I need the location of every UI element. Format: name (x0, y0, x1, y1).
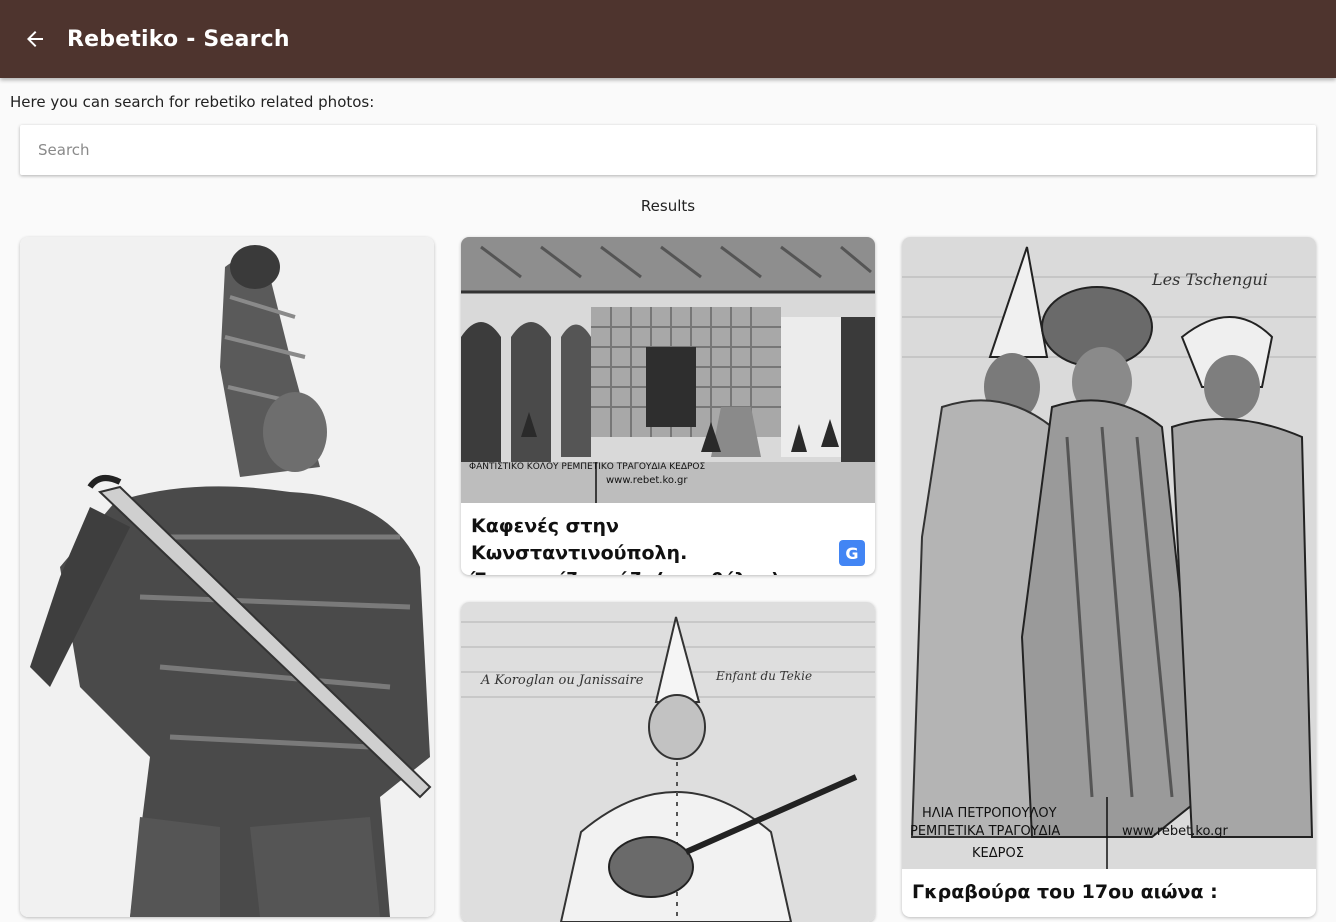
result-card[interactable]: ΦΑΝΤΙΣΤΙΚΟ ΚΟΛΟΥ ΡΕΜΠΕΤΙΚΟ ΤΡΑΓΟΥΔΙΑ ΚΕΔ… (461, 237, 875, 575)
caption-line: Γκραβούρα του 17ου αιώνα : (912, 881, 1218, 903)
result-card[interactable] (20, 237, 434, 917)
engraving-inscription: Les Tschengui (1151, 270, 1268, 289)
engraving-inscription: Enfant du Tekie (715, 669, 812, 683)
watermark-text: ΚΕΔΡΟΣ (972, 846, 1024, 861)
app-bar: Rebetiko - Search (0, 0, 1336, 78)
card-caption: Γκραβούρα του 17ου αιώνα : (912, 879, 1276, 906)
result-card[interactable]: A Koroglan ou Janissaire Enfant du Tekie (461, 602, 875, 922)
watermark-text: ΗΛΙΑ ΠΕΤΡΟΠΟΥΛΟΥ (922, 806, 1057, 821)
engraving-inscription: A Koroglan ou Janissaire (480, 673, 644, 688)
page-title: Rebetiko - Search (67, 26, 290, 52)
intro-text: Here you can search for rebetiko related… (10, 93, 375, 111)
search-input[interactable] (20, 125, 1316, 175)
back-button[interactable] (15, 19, 55, 59)
watermark-url: www.rebet.ko.gr (606, 475, 688, 486)
watermark-text: ΡΕΜΠΕΤΙΚΑ ΤΡΑΓΟΥΔΙΑ (910, 824, 1060, 839)
google-translate-icon[interactable]: G (839, 540, 865, 566)
card-caption: Καφενές στην Κωνσταντινούπολη. Ένας παίζ… (471, 513, 835, 575)
arrow-back-icon (27, 31, 43, 47)
results-label: Results (640, 197, 696, 215)
result-card[interactable]: Les Tschengui ΗΛΙΑ ΠΕΤΡΟΠΟΥΛΟΥ ΡΕΜΠΕΤΙΚΑ… (902, 237, 1316, 917)
result-image (20, 237, 434, 917)
search-box (20, 125, 1316, 175)
caption-line: Καφενές στην Κωνσταντινούπολη. (471, 515, 688, 564)
result-image: A Koroglan ou Janissaire Enfant du Tekie (461, 602, 875, 922)
caption-line: Ένας παίζει σάζι (στο βέλος) (471, 567, 835, 575)
result-image: Les Tschengui ΗΛΙΑ ΠΕΤΡΟΠΟΥΛΟΥ ΡΕΜΠΕΤΙΚΑ… (902, 237, 1316, 869)
result-image: ΦΑΝΤΙΣΤΙΚΟ ΚΟΛΟΥ ΡΕΜΠΕΤΙΚΟ ΤΡΑΓΟΥΔΙΑ ΚΕΔ… (461, 237, 875, 503)
watermark-text: ΦΑΝΤΙΣΤΙΚΟ ΚΟΛΟΥ ΡΕΜΠΕΤΙΚΟ ΤΡΑΓΟΥΔΙΑ ΚΕΔ… (469, 462, 705, 472)
watermark-url: www.rebet.ko.gr (1122, 824, 1229, 839)
